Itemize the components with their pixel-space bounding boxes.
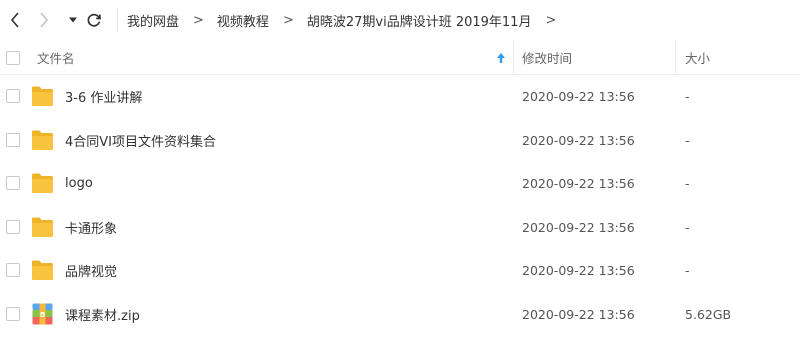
file-modified: 2020-09-22 13:56 [522,219,635,235]
file-size: 5.62GB [685,306,732,322]
file-name[interactable]: 卡通形象 [65,206,117,250]
toolbar-divider [117,8,118,32]
file-row[interactable]: 课程素材.zip 2020-09-22 13:56 5.62GB [0,293,800,337]
refresh-button[interactable] [83,9,105,31]
breadcrumb-item-current-folder[interactable]: 胡晓波27期vi品牌设计班 2019年11月 [307,11,532,30]
file-row[interactable]: 3-6 作业讲解 2020-09-22 13:56 - [0,75,800,119]
breadcrumb-expand-button[interactable]: > [545,13,556,28]
breadcrumb-separator: > [193,12,204,28]
file-row[interactable]: 品牌视觉 2020-09-22 13:56 - [0,249,800,293]
breadcrumb: 我的网盘 > 视频教程 > 胡晓波27期vi品牌设计班 2019年11月 > [127,0,569,40]
row-checkbox[interactable] [6,219,20,234]
row-checkbox[interactable] [6,132,20,147]
column-header-modified[interactable]: 修改时间 [522,40,572,75]
file-size: - [685,219,690,235]
file-name[interactable]: 3-6 作业讲解 [65,75,142,119]
toolbar: 我的网盘 > 视频教程 > 胡晓波27期vi品牌设计班 2019年11月 > [0,0,800,40]
row-checkbox[interactable] [6,176,20,190]
forward-button[interactable] [33,9,55,31]
folder-icon [32,86,53,106]
row-checkbox[interactable] [6,306,20,321]
file-list: 3-6 作业讲解 2020-09-22 13:56 - 4合同VI项目文件资料集… [0,75,800,336]
refresh-icon [87,13,101,27]
history-dropdown-button[interactable] [62,9,84,31]
breadcrumb-item-my-drive[interactable]: 我的网盘 [127,11,179,30]
row-checkbox[interactable] [6,263,20,277]
file-list-header: 文件名 修改时间 大小 [0,40,800,75]
zip-archive-icon [32,303,53,324]
folder-icon [32,173,53,193]
column-divider[interactable] [675,40,676,75]
file-modified: 2020-09-22 13:56 [522,176,635,192]
select-all-checkbox[interactable] [6,51,20,65]
chevron-right-icon [40,12,49,28]
folder-icon [32,260,53,280]
column-header-name[interactable]: 文件名 [37,40,75,75]
file-modified: 2020-09-22 13:56 [522,306,635,322]
breadcrumb-separator: > [282,12,294,28]
row-checkbox[interactable] [6,89,20,103]
chevron-left-icon [10,12,19,28]
breadcrumb-item-video-tutorials[interactable]: 视频教程 [217,11,269,30]
file-name[interactable]: 品牌视觉 [65,249,117,293]
column-divider[interactable] [513,40,514,75]
file-row[interactable]: 4合同VI项目文件资料集合 2020-09-22 13:56 - [0,119,800,163]
sort-ascending-icon[interactable] [496,52,506,64]
file-size: - [685,263,690,279]
file-modified: 2020-09-22 13:56 [522,89,635,105]
caret-down-icon [69,17,77,23]
folder-icon [32,130,53,150]
back-button[interactable] [4,9,26,31]
file-modified: 2020-09-22 13:56 [522,263,635,279]
file-name[interactable]: 4合同VI项目文件资料集合 [65,119,216,163]
file-row[interactable]: 卡通形象 2020-09-22 13:56 - [0,206,800,250]
file-size: - [685,176,690,192]
file-modified: 2020-09-22 13:56 [522,132,635,148]
file-size: - [685,132,690,148]
file-size: - [685,89,690,105]
file-row[interactable]: logo 2020-09-22 13:56 - [0,162,800,206]
folder-icon [32,217,53,237]
file-name[interactable]: 课程素材.zip [65,293,140,337]
column-header-size[interactable]: 大小 [685,40,710,75]
file-name[interactable]: logo [65,162,93,206]
